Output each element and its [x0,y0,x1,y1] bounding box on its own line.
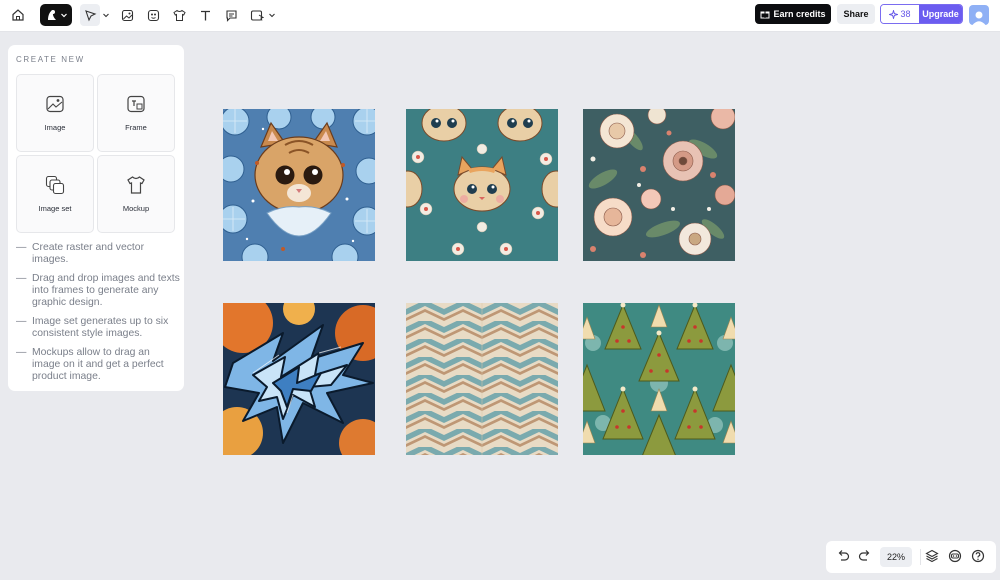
canvas-image-graffiti[interactable] [223,303,375,455]
text-tool-icon[interactable] [196,4,214,26]
create-mockup-tile[interactable]: Mockup [97,155,175,233]
canvas-image-cat-snowflake[interactable] [223,109,375,261]
layers-icon[interactable] [925,549,939,568]
tile-label: Image set [38,204,72,213]
comment-tool-icon[interactable] [222,4,240,26]
panel-title: CREATE NEW [16,55,85,64]
canvas-image-cats-flowers[interactable] [406,109,558,261]
create-image-set-tile[interactable]: Image set [16,155,94,233]
chevron-down-icon[interactable] [100,4,112,26]
frame-tool-icon[interactable] [248,4,266,26]
user-icon [972,11,986,25]
avatar[interactable] [969,5,989,25]
zoom-level[interactable]: 22% [880,547,912,567]
tile-label: Mockup [122,204,150,213]
tip-item: — Drag and drop images and texts into fra… [16,273,180,308]
home-icon[interactable] [8,4,28,26]
tips-list: — Create raster and vector images. — Drag … [16,242,180,390]
credits-count: 38 [900,9,911,19]
tip-item: — Image set generates up to six consisten… [16,316,169,339]
image-icon [46,95,64,113]
frame-icon [127,95,145,113]
tile-label: Frame [125,123,147,132]
chevron-down-icon [61,13,67,18]
tip-item: — Create raster and vector images. [16,242,145,265]
image-tool-icon[interactable] [118,4,136,26]
help-chat-icon[interactable] [948,549,962,568]
select-tool-icon[interactable] [80,4,100,26]
brand-logo-icon [48,10,56,20]
chevron-down-icon[interactable] [266,4,278,26]
create-frame-tile[interactable]: Frame [97,74,175,152]
top-toolbar: Earn credits Share 38 Upgrade [0,0,1000,32]
canvas-image-chevron[interactable] [406,303,558,455]
tile-label: Image [44,123,66,132]
undo-icon[interactable] [836,549,850,568]
share-button[interactable]: Share [837,4,875,24]
upgrade-button[interactable]: Upgrade [919,5,962,23]
mockup-tool-icon[interactable] [170,4,188,26]
gift-icon [760,11,770,19]
image-set-icon [45,175,65,195]
credits-counter[interactable]: 38 [881,5,919,23]
image-set-tool-icon[interactable] [144,4,162,26]
tip-item: — Mockups allow to drag an image on it an… [16,347,164,382]
create-new-panel: CREATE NEW Image Frame Image set Mockup … [8,45,184,391]
redo-icon[interactable] [858,549,872,568]
earn-credits-label: Earn credits [773,9,826,19]
canvas-image-floral[interactable] [583,109,735,261]
bottom-controls: 22% [826,541,996,573]
tshirt-icon [127,176,145,194]
earn-credits-button[interactable]: Earn credits [755,4,831,24]
credits-group: 38 Upgrade [880,4,963,24]
help-icon[interactable] [971,549,985,568]
brand-logo-menu[interactable] [40,4,72,26]
divider [920,549,921,565]
canvas-image-christmas-trees[interactable] [583,303,735,455]
create-image-tile[interactable]: Image [16,74,94,152]
sparkle-icon [889,9,899,19]
